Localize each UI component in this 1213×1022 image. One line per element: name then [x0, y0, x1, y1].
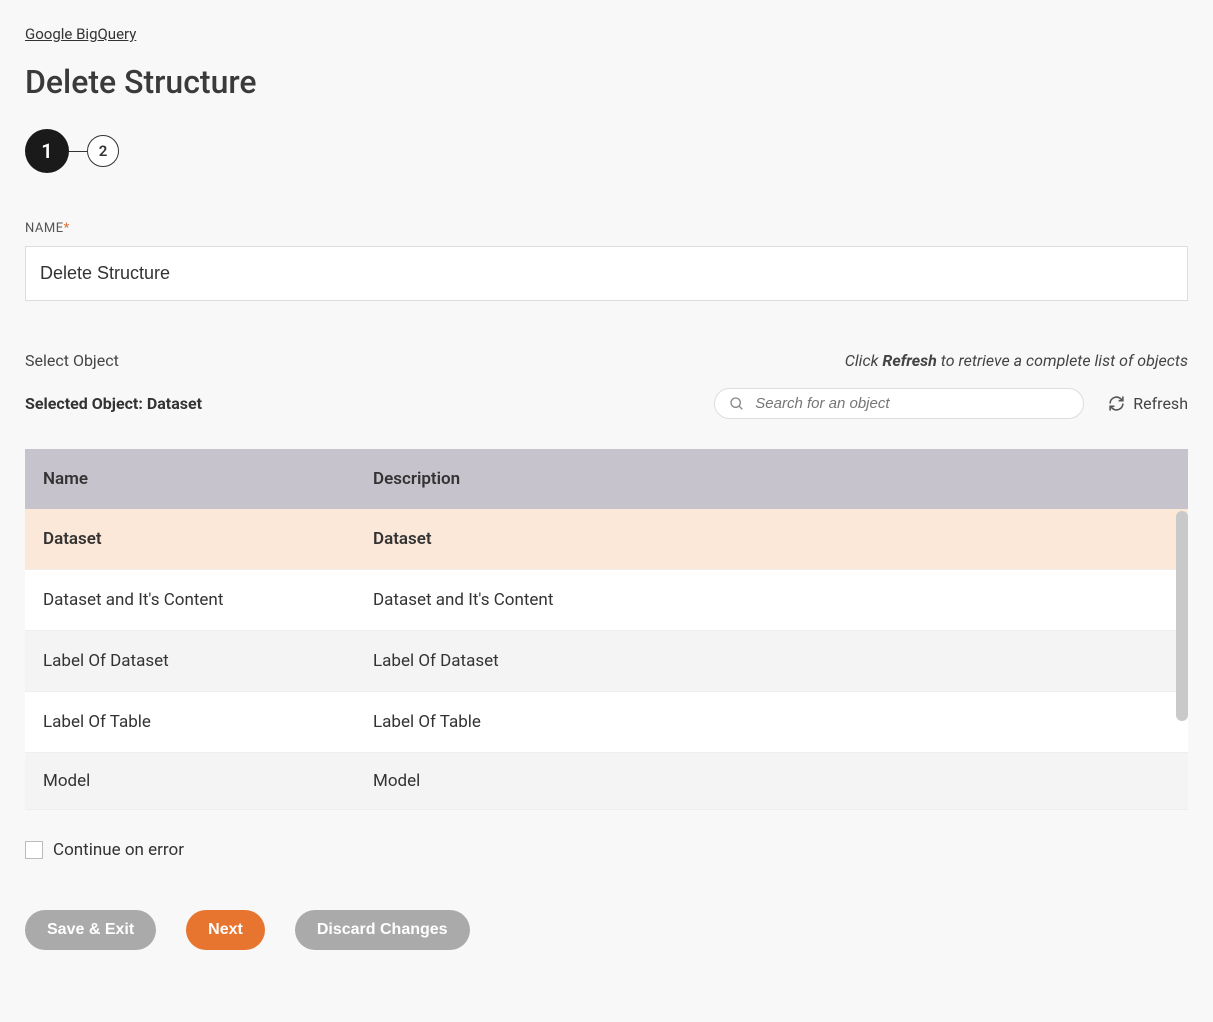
save-exit-button[interactable]: Save & Exit	[25, 910, 156, 950]
next-button[interactable]: Next	[186, 910, 265, 950]
table-scrollbar[interactable]	[1176, 511, 1188, 721]
cell-name: Label Of Dataset	[25, 631, 355, 692]
step-1[interactable]: 1	[25, 129, 69, 173]
table-row[interactable]: DatasetDataset	[25, 509, 1188, 570]
col-description[interactable]: Description	[355, 449, 1188, 509]
cell-description: Dataset	[355, 509, 1188, 570]
select-object-label: Select Object	[25, 351, 119, 370]
step-2[interactable]: 2	[87, 135, 119, 167]
refresh-icon	[1108, 395, 1125, 412]
discard-changes-button[interactable]: Discard Changes	[295, 910, 470, 950]
continue-on-error-label: Continue on error	[53, 840, 184, 860]
refresh-label: Refresh	[1133, 394, 1188, 413]
table-row[interactable]: Label Of TableLabel Of Table	[25, 692, 1188, 753]
col-name[interactable]: Name	[25, 449, 355, 509]
table-row[interactable]: ModelModel	[25, 753, 1188, 810]
step-indicator: 1 2	[25, 129, 1188, 173]
refresh-button[interactable]: Refresh	[1108, 394, 1188, 413]
cell-name: Model	[25, 753, 355, 810]
selected-object-label: Selected Object: Dataset	[25, 394, 202, 413]
cell-description: Model	[355, 753, 1188, 810]
continue-on-error-checkbox[interactable]	[25, 841, 43, 859]
cell-description: Dataset and It's Content	[355, 570, 1188, 631]
refresh-hint: Click Refresh to retrieve a complete lis…	[845, 351, 1188, 370]
search-input[interactable]	[755, 395, 1069, 412]
cell-name: Dataset	[25, 509, 355, 570]
name-field-label: NAME*	[25, 221, 1188, 236]
cell-name: Label Of Table	[25, 692, 355, 753]
name-input[interactable]	[25, 246, 1188, 301]
step-connector	[69, 151, 87, 152]
page-title: Delete Structure	[25, 63, 1188, 101]
cell-name: Dataset and It's Content	[25, 570, 355, 631]
search-icon	[729, 396, 745, 412]
table-row[interactable]: Dataset and It's ContentDataset and It's…	[25, 570, 1188, 631]
object-table: Name Description DatasetDatasetDataset a…	[25, 449, 1188, 810]
search-box[interactable]	[714, 388, 1084, 419]
breadcrumb-link[interactable]: Google BigQuery	[25, 25, 1188, 43]
table-row[interactable]: Label Of DatasetLabel Of Dataset	[25, 631, 1188, 692]
cell-description: Label Of Dataset	[355, 631, 1188, 692]
cell-description: Label Of Table	[355, 692, 1188, 753]
